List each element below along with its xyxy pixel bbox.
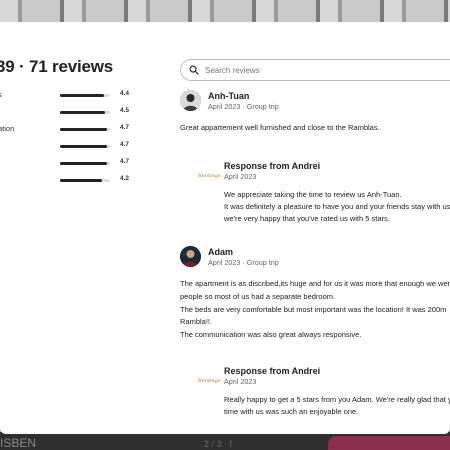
response-date: April 2023 (224, 171, 257, 181)
reviews-modal: 39 · 71 reviews s 4.4 4.5 ation 4.7 4.7 … (0, 22, 450, 434)
response-text-line: We appreciate taking the time to review … (224, 189, 402, 199)
category-bar (60, 94, 110, 97)
response-title: Response from Andrei (224, 160, 321, 171)
category-bar (60, 111, 110, 114)
response-text: Really happy to get a 5 stars from you A… (224, 394, 450, 419)
search-reviews-input[interactable] (205, 65, 450, 75)
category-score: 4.7 (120, 141, 130, 148)
category-rating-row: ation 4.7 (0, 124, 140, 136)
review-text: Great appartement well furnished and clo… (180, 122, 450, 135)
footer-text: ISBEN (0, 436, 37, 450)
category-rating-row: 4.2 (0, 175, 140, 187)
host-response: Rentings Response from Andrei April 2023… (180, 161, 450, 241)
review-search-box[interactable] (180, 59, 450, 81)
category-label: s (0, 90, 2, 99)
avatar[interactable] (180, 246, 201, 267)
footer-page-indicator: 2 / 3 · f (204, 439, 233, 449)
response-title: Response from Andrei (224, 365, 321, 376)
review-text-line: people so most of us had a separate bedr… (180, 291, 336, 301)
category-bar-fill (60, 145, 107, 148)
response-text-line: Really happy to get a 5 stars from you A… (224, 394, 450, 404)
category-bar (60, 145, 110, 148)
reviewer-header: Adam April 2023 · Group trip (180, 246, 450, 268)
response-text-line: we're very happy that you've rated us wi… (224, 214, 390, 224)
response-text: We appreciate taking the time to review … (224, 189, 450, 226)
category-bar-fill (60, 179, 102, 182)
review-date: April 2023 · Group trip (208, 102, 279, 111)
review-text-line: The beds are very comfortable but most i… (180, 304, 447, 314)
category-rating-row: 4.7 (0, 158, 140, 170)
category-score: 4.7 (120, 124, 130, 131)
category-bar-fill (60, 94, 104, 97)
search-icon (189, 65, 199, 75)
review-item: Anh-Tuan April 2023 · Group trip Great a… (180, 90, 450, 241)
review-text-line: The apartment is as discribed,its huge a… (180, 279, 450, 288)
listing-photo-strip (0, 0, 450, 22)
category-label: ation (0, 124, 15, 133)
category-rating-row: 4.7 (0, 141, 140, 153)
host-logo: Rentings (198, 377, 221, 384)
host-response: Rentings Response from Andrei April 2023… (180, 366, 450, 434)
host-logo: Rentings (198, 172, 221, 179)
category-score: 4.2 (120, 175, 130, 182)
review-text: The apartment is as discribed,its huge a… (180, 278, 450, 342)
category-score: 4.4 (120, 90, 130, 97)
category-rating-row: 4.5 (0, 107, 140, 119)
review-text-line: Rambla!!. (180, 317, 213, 327)
response-text-line: time with us was such an enjoyable one. (224, 407, 359, 417)
category-score: 4.5 (120, 107, 130, 114)
review-date: April 2023 · Group trip (208, 258, 279, 267)
response-date: April 2023 (224, 376, 257, 386)
review-text-line: The communication was also great always … (180, 330, 362, 340)
category-rating-row: s 4.4 (0, 90, 140, 102)
category-score: 4.7 (120, 158, 130, 165)
category-bar (60, 179, 110, 182)
category-bar-fill (60, 128, 107, 131)
avatar[interactable] (180, 90, 201, 111)
category-bar-fill (60, 162, 107, 165)
review-text-line: Great appartement well furnished and clo… (180, 123, 380, 132)
category-bar-fill (60, 111, 105, 114)
category-bar (60, 128, 110, 131)
reviews-summary-heading: 39 · 71 reviews (0, 57, 114, 76)
reviewer-name: Anh-Tuan (208, 91, 250, 101)
response-text-line: It was definitely a pleasure to have you… (224, 202, 450, 212)
reserve-button[interactable] (328, 436, 450, 450)
reviewer-name: Adam (208, 247, 234, 257)
category-bar (60, 162, 110, 165)
reviewer-header: Anh-Tuan April 2023 · Group trip (180, 90, 450, 112)
review-item: Adam April 2023 · Group trip The apartme… (180, 246, 450, 434)
